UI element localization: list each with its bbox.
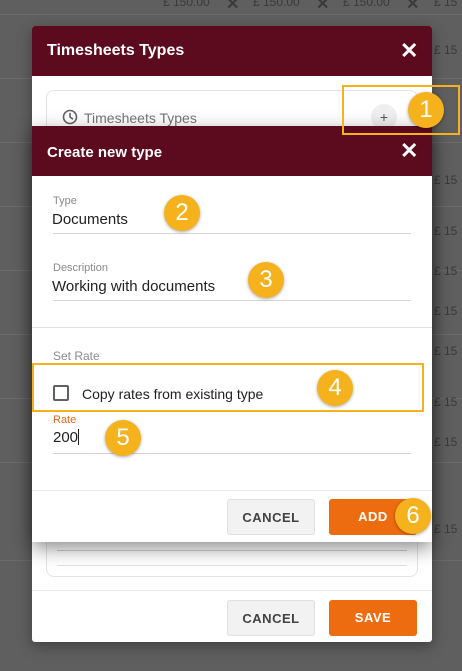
create-new-type-dialog: Create new type ✕ Type Documents Descrip… bbox=[32, 126, 432, 542]
bg-price: £ 15 bbox=[434, 522, 458, 536]
save-button[interactable]: SAVE bbox=[329, 600, 417, 636]
bg-close-icon: ✕ bbox=[226, 0, 240, 13]
dialog-header: Timesheets Types ✕ bbox=[32, 26, 432, 76]
bg-price: £ 15 bbox=[434, 224, 458, 238]
close-icon[interactable]: ✕ bbox=[400, 40, 418, 62]
step-6-marker: 6 bbox=[395, 498, 431, 534]
rate-field-label: Rate bbox=[53, 414, 77, 426]
rate-field-value[interactable]: 200 bbox=[53, 429, 78, 446]
section-label: Timesheets Types bbox=[84, 110, 197, 126]
clock-icon bbox=[62, 109, 78, 125]
list-divider bbox=[57, 550, 407, 551]
description-field-label: Description bbox=[53, 262, 109, 274]
bg-price: £ 15 bbox=[434, 435, 458, 449]
highlight-copy-rates bbox=[32, 363, 424, 412]
close-icon[interactable]: ✕ bbox=[400, 140, 418, 162]
rate-field[interactable]: 200 bbox=[53, 429, 80, 446]
bg-price: £ 150.00 bbox=[253, 0, 300, 9]
step-1-marker: 1 bbox=[408, 92, 444, 128]
bg-price: £ 15 bbox=[434, 0, 458, 9]
rate-field-underline bbox=[53, 453, 411, 454]
footer-divider bbox=[32, 490, 432, 491]
bg-price: £ 150.00 bbox=[163, 0, 210, 9]
step-4-marker: 4 bbox=[317, 370, 353, 406]
step-5-marker: 5 bbox=[105, 420, 141, 456]
type-field-label: Type bbox=[53, 195, 77, 207]
bg-price: £ 15 bbox=[434, 173, 458, 187]
bg-price: £ 15 bbox=[434, 395, 458, 409]
footer-divider bbox=[32, 590, 432, 591]
step-2-marker: 2 bbox=[164, 195, 200, 231]
step-3-marker: 3 bbox=[248, 262, 284, 298]
set-rate-title: Set Rate bbox=[53, 349, 100, 363]
bg-close-icon: ✕ bbox=[406, 0, 420, 13]
list-divider bbox=[57, 565, 407, 566]
bg-price: £ 150.00 bbox=[343, 0, 390, 9]
bg-price: £ 15 bbox=[434, 304, 458, 318]
bg-price: £ 15 bbox=[434, 264, 458, 278]
dialog-title: Timesheets Types bbox=[47, 42, 185, 59]
bg-price: £ 15 bbox=[434, 43, 458, 57]
section-divider bbox=[32, 327, 432, 328]
bg-row-divider bbox=[0, 14, 462, 15]
bg-price: £ 15 bbox=[434, 344, 458, 358]
bg-close-icon: ✕ bbox=[316, 0, 330, 13]
type-field-value[interactable]: Documents bbox=[52, 211, 128, 228]
description-field-value[interactable]: Working with documents bbox=[52, 278, 215, 295]
type-field-underline bbox=[53, 233, 411, 234]
text-cursor bbox=[78, 429, 80, 445]
cancel-button[interactable]: CANCEL bbox=[227, 600, 315, 636]
cancel-button[interactable]: CANCEL bbox=[227, 499, 315, 535]
description-field-underline bbox=[53, 300, 411, 301]
dialog-title: Create new type bbox=[47, 144, 163, 161]
